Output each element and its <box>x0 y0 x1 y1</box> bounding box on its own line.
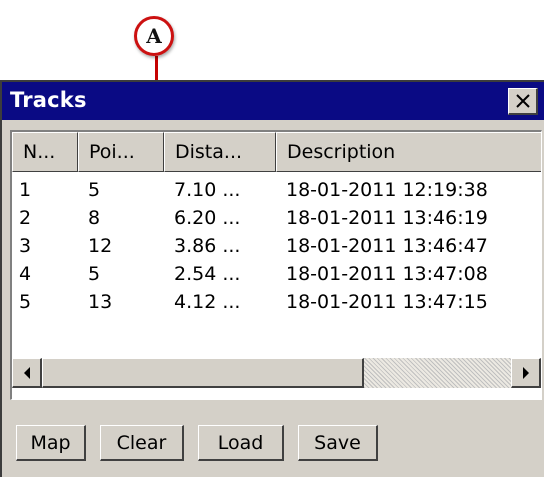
cell-number: 2 <box>19 207 32 229</box>
tracks-window: Tracks N... Poi... Dista... Description … <box>0 80 544 477</box>
cell-points: 13 <box>88 291 113 313</box>
table-row[interactable]: 3 12 3.86 ... 18-01-2011 13:46:47 <box>12 232 541 260</box>
cell-points: 8 <box>88 207 101 229</box>
cell-description: 18-01-2011 13:47:15 <box>286 291 488 313</box>
save-button[interactable]: Save <box>298 425 378 461</box>
horizontal-scrollbar[interactable] <box>12 358 541 388</box>
scroll-left-button[interactable] <box>12 358 42 388</box>
callout-badge: A <box>134 16 174 56</box>
cell-points: 12 <box>88 235 113 257</box>
arrow-right-icon <box>522 366 529 379</box>
load-button[interactable]: Load <box>198 425 284 461</box>
arrow-left-icon <box>23 366 30 379</box>
cell-number: 4 <box>19 263 32 285</box>
table-row[interactable]: 1 5 7.10 ... 18-01-2011 12:19:38 <box>12 176 541 204</box>
column-header-distance[interactable]: Dista... <box>164 132 276 172</box>
close-icon <box>515 94 530 108</box>
window-title: Tracks <box>10 88 87 112</box>
cell-number: 3 <box>19 235 32 257</box>
cell-distance: 6.20 ... <box>174 207 241 229</box>
cell-distance: 2.54 ... <box>174 263 241 285</box>
map-button[interactable]: Map <box>16 425 86 461</box>
column-header-points[interactable]: Poi... <box>78 132 164 172</box>
table-row[interactable]: 5 13 4.12 ... 18-01-2011 13:47:15 <box>12 288 541 316</box>
cell-description: 18-01-2011 13:46:19 <box>286 207 488 229</box>
table-row[interactable]: 2 8 6.20 ... 18-01-2011 13:46:19 <box>12 204 541 232</box>
scroll-thumb[interactable] <box>42 358 364 388</box>
clear-button[interactable]: Clear <box>100 425 184 461</box>
column-header-number[interactable]: N... <box>12 132 78 172</box>
cell-distance: 4.12 ... <box>174 291 241 313</box>
cell-points: 5 <box>88 263 101 285</box>
cell-description: 18-01-2011 13:47:08 <box>286 263 488 285</box>
tracks-list[interactable]: N... Poi... Dista... Description 1 5 7.1… <box>10 130 542 400</box>
cell-description: 18-01-2011 12:19:38 <box>286 179 488 201</box>
cell-distance: 7.10 ... <box>174 179 241 201</box>
column-header-description[interactable]: Description <box>276 132 541 172</box>
cell-description: 18-01-2011 13:46:47 <box>286 235 488 257</box>
cell-number: 1 <box>19 179 32 201</box>
cell-points: 5 <box>88 179 101 201</box>
callout-letter: A <box>146 24 162 48</box>
scroll-right-button[interactable] <box>511 358 541 388</box>
close-button[interactable] <box>508 88 538 115</box>
cell-distance: 3.86 ... <box>174 235 241 257</box>
cell-number: 5 <box>19 291 32 313</box>
table-row[interactable]: 4 5 2.54 ... 18-01-2011 13:47:08 <box>12 260 541 288</box>
title-bar: Tracks <box>2 82 544 120</box>
